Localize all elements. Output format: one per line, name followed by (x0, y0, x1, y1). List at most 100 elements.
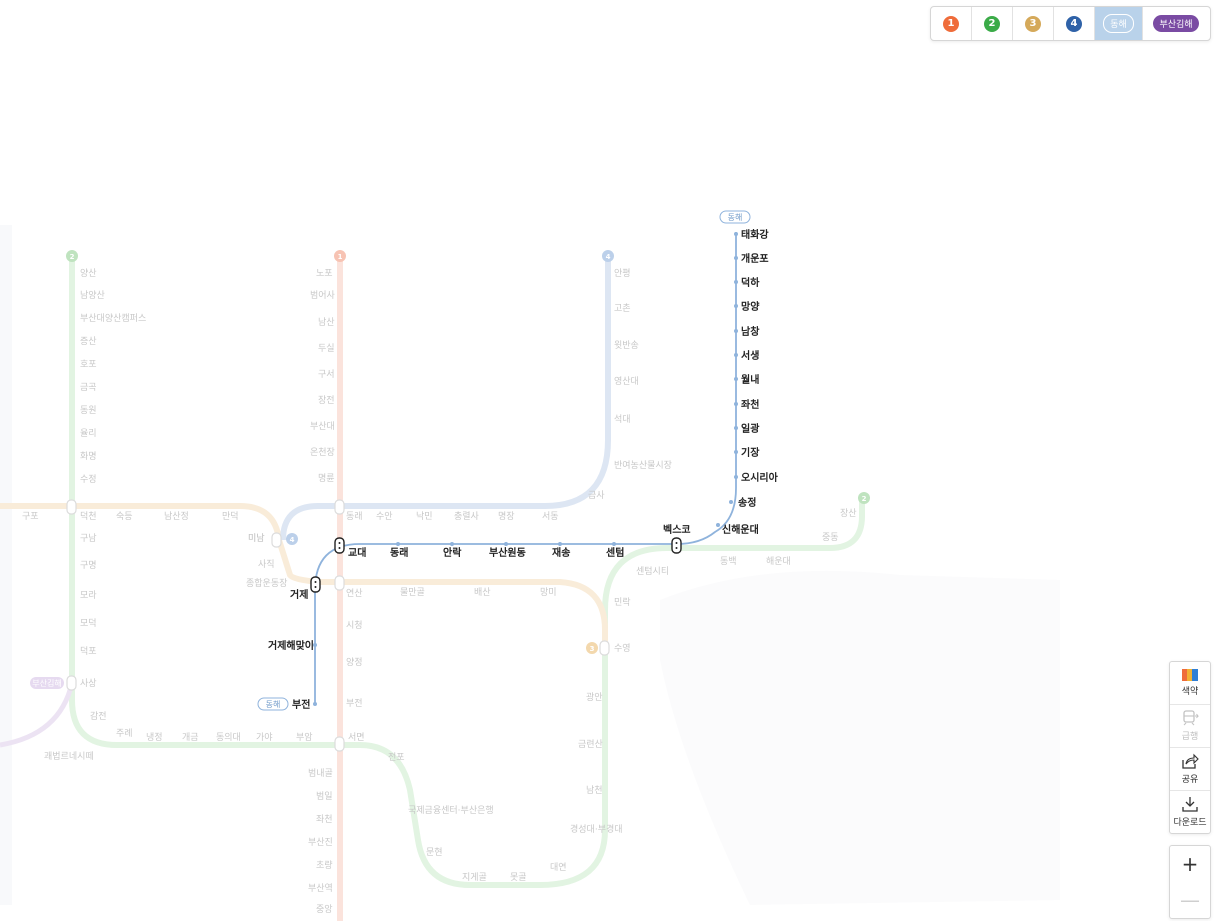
station-mangyang[interactable]: 망양 (741, 300, 760, 313)
svg-text:영산대: 영산대 (614, 376, 639, 387)
express-button[interactable]: 급행 (1170, 705, 1210, 748)
download-label: 다운로드 (1173, 818, 1207, 828)
svg-text:모덕: 모덕 (80, 618, 97, 629)
zoom-in-button[interactable]: + (1170, 846, 1210, 882)
station-bexco[interactable]: 벡스코 (663, 523, 691, 536)
color-blind-label: 색약 (1181, 687, 1199, 697)
line-gimhae-badge: 부산김해 (1153, 15, 1199, 32)
svg-text:양산: 양산 (80, 268, 97, 279)
svg-text:덕천: 덕천 (80, 511, 97, 522)
svg-text:3: 3 (590, 645, 595, 653)
line-1-badge: 1 (943, 15, 959, 32)
svg-text:전포: 전포 (388, 752, 405, 763)
line-3-badge: 3 (1025, 15, 1041, 32)
svg-text:부산역: 부산역 (308, 883, 333, 894)
station-dongnae[interactable]: 동래 (390, 546, 408, 559)
svg-text:윗반송: 윗반송 (614, 340, 639, 351)
svg-text:부산진: 부산진 (308, 837, 333, 848)
svg-text:4: 4 (606, 253, 611, 261)
station-osiria[interactable]: 오시리아 (741, 471, 779, 484)
line-donghae-button[interactable]: 동해 (1095, 7, 1143, 40)
station-sinhaeundae[interactable]: 신해운대 (722, 523, 759, 536)
svg-text:광안: 광안 (586, 691, 603, 703)
svg-text:금련산: 금련산 (578, 739, 603, 750)
svg-text:민락: 민락 (614, 596, 631, 608)
station-geojehaemaji[interactable]: 거제해맞이 (268, 639, 314, 652)
svg-text:주례: 주례 (116, 728, 133, 739)
svg-text:모라: 모라 (80, 590, 97, 601)
station-seosaeng[interactable]: 서생 (741, 349, 759, 362)
station-geoje[interactable]: 거제 (290, 588, 308, 601)
svg-text:4: 4 (290, 536, 295, 544)
svg-text:국제금융센터·부산은행: 국제금융센터·부산은행 (408, 804, 494, 816)
svg-text:동백: 동백 (720, 556, 737, 567)
svg-text:좌천: 좌천 (316, 814, 333, 825)
svg-text:1: 1 (338, 253, 343, 261)
svg-text:석대: 석대 (614, 414, 631, 425)
line-1-button[interactable]: 1 (931, 7, 972, 40)
svg-text:구포: 구포 (22, 511, 39, 522)
svg-text:배산: 배산 (474, 587, 491, 598)
station-allak[interactable]: 안락 (443, 546, 462, 559)
line-3-button[interactable]: 3 (1013, 7, 1054, 40)
station-bujeon[interactable]: 부전 (292, 698, 310, 711)
svg-text:수영: 수영 (614, 643, 631, 654)
svg-text:해운대: 해운대 (766, 556, 791, 567)
svg-text:종합운동장: 종합운동장 (246, 578, 287, 589)
svg-text:수정: 수정 (80, 474, 97, 485)
svg-text:센텀시티: 센텀시티 (636, 565, 669, 577)
station-namchang[interactable]: 남창 (741, 325, 760, 338)
svg-text:범일: 범일 (316, 791, 333, 802)
svg-text:범어사: 범어사 (310, 290, 336, 301)
station-songjeong[interactable]: 송정 (738, 496, 756, 509)
station-gyodae[interactable]: 교대 (348, 546, 366, 559)
svg-text:동의대: 동의대 (216, 732, 241, 743)
svg-text:명장: 명장 (498, 511, 515, 522)
gimhae-badge: 부산김해 (30, 677, 64, 689)
download-button[interactable]: 다운로드 (1170, 791, 1210, 833)
svg-text:반여농산물시장: 반여농산물시장 (614, 459, 672, 471)
svg-text:냉정: 냉정 (146, 732, 163, 743)
svg-text:남천: 남천 (586, 785, 603, 796)
share-button[interactable]: 공유 (1170, 748, 1210, 791)
station-gaeunpo[interactable]: 개운포 (741, 252, 769, 265)
line-selector: 1 2 3 4 동해 부산김해 (930, 6, 1211, 41)
svg-text:만덕: 만덕 (222, 511, 239, 522)
donghae-badge-top: 동해 (719, 210, 751, 224)
station-jaesong[interactable]: 재송 (552, 546, 570, 559)
svg-text:부전: 부전 (346, 698, 363, 709)
svg-text:장산: 장산 (840, 508, 857, 519)
station-busanwondong[interactable]: 부산원동 (489, 546, 526, 559)
station-gijang[interactable]: 기장 (741, 446, 760, 459)
subway-map[interactable]: 2 1 4 4 2 3 부산김해 양산 남양산 부산대양산캠퍼스 증산 호포 금… (0, 0, 1219, 921)
svg-text:동해: 동해 (728, 212, 743, 222)
line-donghae-badge: 동해 (1103, 14, 1134, 33)
svg-text:증산: 증산 (80, 336, 97, 347)
svg-text:망미: 망미 (540, 587, 557, 598)
svg-text:부산대: 부산대 (310, 421, 335, 432)
color-blind-button[interactable]: 색약 (1170, 662, 1210, 705)
line-2-badge: 2 (984, 15, 1000, 32)
line-4-button[interactable]: 4 (1054, 7, 1095, 40)
zoom-out-button[interactable]: — (1170, 882, 1210, 918)
station-deokha[interactable]: 덕하 (741, 276, 760, 289)
station-wolnae[interactable]: 월내 (741, 373, 759, 386)
svg-text:개금: 개금 (182, 732, 199, 743)
line-2-button[interactable]: 2 (972, 7, 1013, 40)
svg-text:문현: 문현 (426, 847, 443, 858)
svg-text:금곡: 금곡 (80, 382, 97, 393)
map-toolbar: 색약 급행 공유 다운로드 (1169, 661, 1211, 834)
svg-text:낙민: 낙민 (416, 511, 433, 522)
station-jwacheon[interactable]: 좌천 (741, 398, 759, 411)
station-ilgwang[interactable]: 일광 (741, 422, 760, 435)
download-icon (1182, 797, 1198, 812)
svg-text:사직: 사직 (258, 559, 275, 570)
station-taehwagang[interactable]: 태화강 (741, 228, 769, 241)
station-centum[interactable]: 센텀 (606, 546, 624, 559)
line-gimhae-button[interactable]: 부산김해 (1143, 7, 1209, 40)
svg-text:시청: 시청 (346, 620, 363, 631)
svg-text:2: 2 (862, 495, 867, 503)
svg-text:사상: 사상 (80, 678, 97, 689)
line-4-badge: 4 (1066, 15, 1082, 32)
svg-text:서면: 서면 (348, 732, 365, 743)
